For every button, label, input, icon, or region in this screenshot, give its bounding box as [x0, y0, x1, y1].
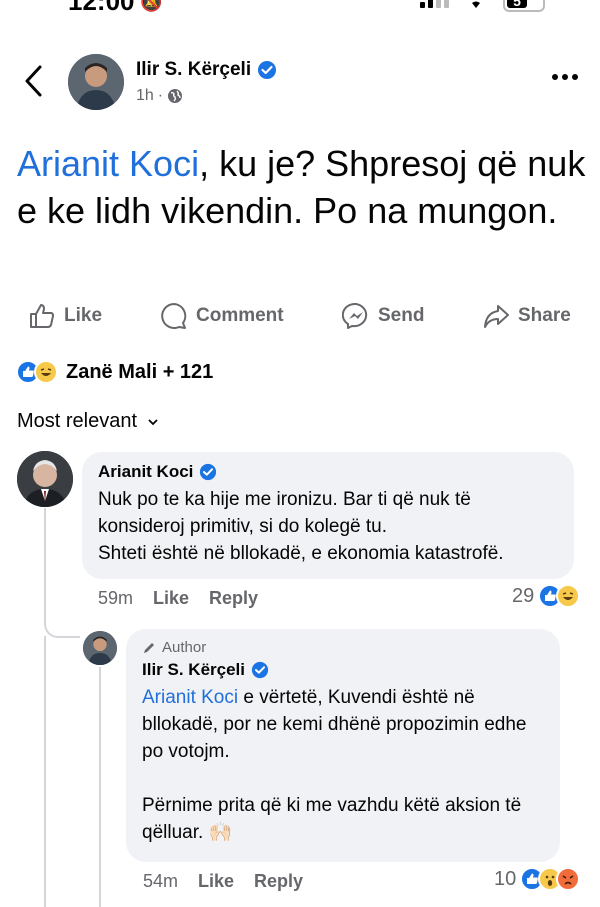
reply-text: Arianit Koci e vërtetë, Kuvendi është në… [142, 687, 527, 843]
post-time: 1h [136, 87, 154, 104]
reply-author-avatar[interactable] [83, 631, 117, 665]
author-avatar[interactable] [68, 54, 124, 110]
comment-bubble-icon [161, 303, 187, 329]
post-header: Ilir S. Kërçeli 1h · [0, 52, 600, 112]
thread-connector [44, 508, 80, 638]
reply-meta: 54m Like Reply [143, 871, 303, 892]
mute-bell-icon: 🔕 [140, 0, 163, 12]
comment-bubble: Arianit Koci Nuk po te ka hije me ironiz… [82, 452, 574, 579]
signal-icon [420, 0, 449, 8]
pencil-icon [144, 642, 154, 653]
globe-icon [168, 89, 183, 103]
comment-button[interactable]: Comment [160, 302, 284, 330]
reactions-summary[interactable]: Zanë Mali + 121 [16, 360, 213, 384]
thumbs-up-icon [30, 304, 54, 328]
back-arrow-icon[interactable] [22, 64, 46, 98]
status-bar: 12:00 🔕 5 [0, 0, 600, 18]
more-options-icon[interactable] [552, 74, 578, 80]
wifi-icon [468, 0, 484, 8]
reply-thread-line [99, 667, 101, 907]
like-button[interactable]: Like [28, 302, 102, 330]
reply-mention-link[interactable]: Arianit Koci [142, 687, 238, 708]
commenter-avatar[interactable] [17, 451, 73, 507]
send-button[interactable]: Send [342, 302, 424, 330]
comment-reply-button[interactable]: Reply [209, 588, 258, 609]
haha-reaction-icon [34, 360, 58, 384]
haha-reaction-icon [556, 584, 581, 608]
commenter-name[interactable]: Arianit Koci [98, 462, 558, 482]
angry-reaction-icon [556, 867, 581, 891]
reply-author-name[interactable]: Ilir S. Kërçeli [142, 660, 544, 680]
chevron-down-icon [148, 418, 158, 425]
comment-reaction-count[interactable]: 29 [512, 584, 581, 608]
messenger-icon [342, 302, 368, 329]
status-icons: 5 [420, 0, 545, 12]
reply-time: 54m [143, 871, 179, 891]
comment-time: 59m [98, 588, 134, 608]
post-text: Arianit Koci, ku je? Shpresoj që nuk e k… [17, 140, 587, 234]
reaction-icons [16, 360, 58, 384]
verified-badge-icon [251, 661, 269, 679]
thread-line [44, 636, 46, 907]
comment-meta: 59m Like Reply [98, 588, 258, 609]
author-name[interactable]: Ilir S. Kërçeli [136, 59, 277, 81]
status-time: 12:00 [68, 0, 135, 16]
share-arrow-icon [484, 305, 509, 328]
author-tag: Author [142, 639, 544, 656]
post-meta: 1h · [136, 87, 183, 105]
reply-reply-button[interactable]: Reply [254, 871, 303, 892]
reply-like-button[interactable]: Like [198, 871, 234, 892]
post-mention-link[interactable]: Arianit Koci [17, 143, 199, 184]
comment-text: Nuk po te ka hije me ironizu. Bar ti që … [98, 489, 504, 564]
verified-badge-icon [258, 61, 277, 79]
reply-bubble: Author Ilir S. Kërçeli Arianit Koci e vë… [126, 629, 560, 862]
reply-reaction-count[interactable]: 10 [494, 867, 581, 891]
share-button[interactable]: Share [482, 302, 571, 330]
meta-separator: · [157, 87, 164, 104]
post-actions: Like Comment Send Share [0, 298, 600, 338]
comment-like-button[interactable]: Like [153, 588, 189, 609]
comment-sort-dropdown[interactable]: Most relevant [17, 410, 159, 433]
battery-icon: 5 [503, 0, 545, 12]
verified-badge-icon [200, 463, 217, 481]
